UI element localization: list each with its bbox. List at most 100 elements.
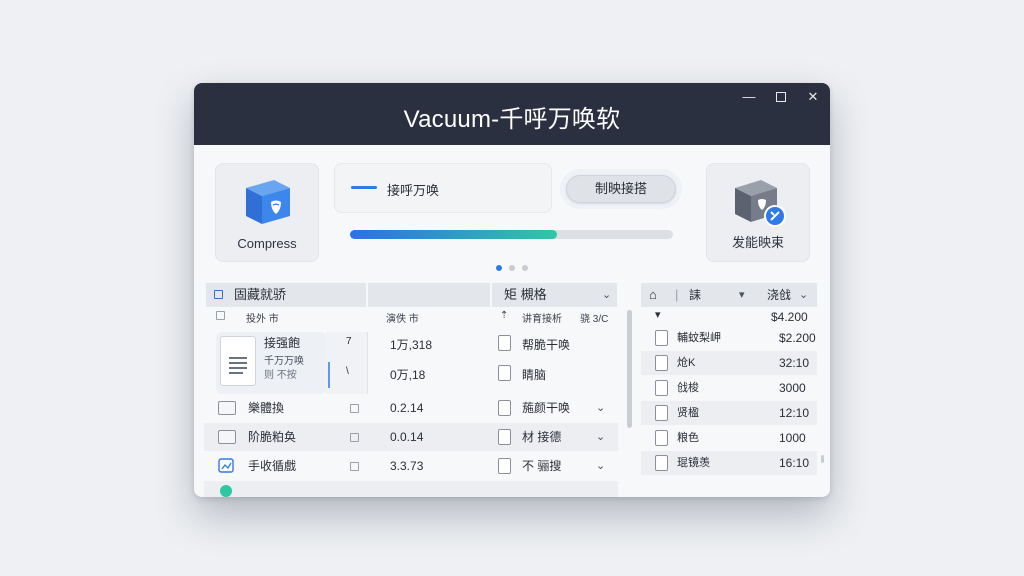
task-label: 接呼万唤 — [387, 183, 440, 198]
file-list-panel: 固藏就骄 矩 槻格 ⌄ 投外 市 演佚 市 ⇡ 讲育接析 骁 3/C 接强飽 千… — [204, 280, 632, 497]
file-flag-icon — [350, 462, 359, 471]
summary-row-value: 32:10 — [779, 356, 810, 370]
summary-row[interactable]: 琨镜羡 16:10 — [641, 451, 817, 475]
table-row[interactable]: 手收循戲 3.3.73 不 骊搜 ⌄ — [204, 452, 618, 480]
image-file-icon — [218, 458, 234, 473]
chevron-down-icon[interactable]: ⌄ — [596, 394, 605, 422]
row-type: 材 接德 — [522, 430, 562, 444]
task-indicator — [351, 186, 377, 189]
summary-row[interactable]: 戗梭 3000 — [641, 376, 817, 400]
progress-fill — [350, 230, 557, 239]
column-header-type[interactable]: 矩 槻格 ⌄ — [492, 283, 617, 307]
document-icon — [498, 365, 511, 381]
summary-row-value: 1000 — [779, 431, 806, 445]
featured-flag-1: 7 — [346, 336, 352, 347]
document-icon — [655, 330, 668, 346]
row-size: 0.0.14 — [390, 430, 424, 444]
summary-row-name: 輔蚊梨岬 — [677, 332, 721, 344]
summary-row-name: 粮色 — [677, 432, 699, 444]
folder-icon — [218, 430, 236, 444]
featured-type-1: 帮脆干唤 — [522, 338, 571, 352]
package-check-icon — [735, 180, 786, 227]
grid-icon — [214, 290, 223, 299]
header-divider: | — [675, 287, 679, 302]
pager-dot[interactable] — [509, 265, 515, 271]
chevron-down-icon[interactable]: ⌄ — [596, 452, 605, 480]
table-row[interactable] — [204, 481, 618, 497]
column-header-size[interactable] — [368, 283, 490, 307]
summary-row-name: 戗梭 — [677, 382, 699, 394]
pager-dot[interactable] — [496, 265, 502, 271]
secondary-tile[interactable]: 发能映束 — [706, 163, 810, 262]
minimize-button[interactable]: — — [740, 89, 758, 105]
chevron-down-icon[interactable]: ⌄ — [799, 283, 808, 307]
action-button[interactable]: 制映接搭 — [566, 175, 676, 203]
featured-line1: 千万万唤 — [264, 356, 304, 367]
featured-flag-column: 7 \ — [326, 332, 368, 394]
chevron-down-icon: ⌄ — [602, 289, 612, 301]
summary-top-value: $4.200 — [771, 310, 808, 324]
close-button[interactable]: ✕ — [804, 89, 822, 105]
summary-row-value: $2.200 — [779, 331, 816, 345]
package-icon — [246, 180, 290, 224]
window-title: Vacuum-千呼万唤软 — [403, 106, 621, 133]
row-size: 3.3.73 — [390, 459, 424, 473]
left-scrollbar[interactable] — [627, 310, 632, 428]
summary-row-name: 琨镜羡 — [677, 457, 710, 469]
chevron-down-icon[interactable]: ⌄ — [596, 423, 605, 451]
summary-row[interactable]: 輔蚊梨岬 $2.200 — [641, 326, 817, 350]
summary-row[interactable]: 粮色 1000 — [641, 426, 817, 450]
row-size: 0.2.14 — [390, 401, 424, 415]
row-name: 阶脆粕奂 — [248, 430, 297, 444]
featured-file[interactable]: 接强飽 千万万唤 则 不按 — [216, 332, 326, 394]
sub-col-size: 演佚 市 — [386, 314, 419, 325]
title-bar: Vacuum-千呼万唤软 — ✕ — [194, 83, 830, 145]
document-icon — [655, 430, 668, 446]
summary-row[interactable]: 炝K 32:10 — [641, 351, 817, 375]
file-flag-icon — [350, 433, 359, 442]
summary-row-value: 12:10 — [779, 406, 810, 420]
sort-icon[interactable]: ⇡ — [500, 310, 508, 321]
task-card: 接呼万唤 — [334, 163, 552, 213]
chevron-down-icon[interactable]: ▾ — [739, 283, 745, 307]
collapse-icon[interactable]: ▾ — [655, 308, 661, 321]
table-row[interactable]: 阶脆粕奂 0.0.14 材 接德 ⌄ — [204, 423, 618, 451]
maximize-icon — [776, 92, 786, 102]
row-name: 手收循戲 — [248, 459, 297, 473]
document-icon — [498, 429, 511, 445]
featured-flag-2: \ — [346, 366, 349, 377]
file-list-header[interactable]: 固藏就骄 — [206, 283, 366, 307]
summary-col2: 浇戗 — [767, 288, 792, 302]
compress-tile[interactable]: Compress — [215, 163, 319, 262]
row-type: 葹颜干唤 — [522, 401, 571, 415]
document-icon — [655, 355, 668, 371]
row-type: 不 骊搜 — [522, 459, 562, 473]
summary-header[interactable]: ⌂ | 誄 ▾ 浇戗 ⌄ — [641, 283, 817, 307]
progress-bar — [350, 230, 673, 239]
summary-row-value: 16:10 — [779, 456, 810, 470]
maximize-button[interactable] — [772, 89, 790, 105]
file-list-title: 固藏就骄 — [234, 287, 287, 302]
document-icon — [655, 405, 668, 421]
summary-row-value: 3000 — [779, 381, 806, 395]
compress-label: Compress — [237, 236, 297, 251]
table-row[interactable]: 樂體換 0.2.14 葹颜干唤 ⌄ — [204, 394, 618, 422]
document-icon — [498, 458, 511, 474]
column-header-type-label: 矩 槻格 — [504, 287, 547, 302]
view-icon — [216, 311, 225, 320]
document-icon — [655, 380, 668, 396]
summary-row[interactable]: 贤楹 12:10 — [641, 401, 817, 425]
file-flag-icon — [350, 404, 359, 413]
featured-type-2: 睛脑 — [522, 368, 547, 382]
document-icon — [220, 336, 256, 386]
document-icon — [498, 400, 511, 416]
row-name: 樂體換 — [248, 401, 285, 415]
pager-dot[interactable] — [522, 265, 528, 271]
sub-col-type: 讲育接析 — [522, 314, 562, 325]
right-scrollbar[interactable] — [821, 455, 824, 463]
home-icon[interactable]: ⌂ — [649, 283, 657, 307]
summary-col1: 誄 — [689, 288, 702, 302]
featured-line2: 则 不按 — [264, 370, 297, 381]
document-icon — [655, 455, 668, 471]
summary-panel: ⌂ | 誄 ▾ 浇戗 ⌄ ▾ $4.200 輔蚊梨岬 $2.200 炝K 32:10 戗… — [641, 280, 824, 497]
